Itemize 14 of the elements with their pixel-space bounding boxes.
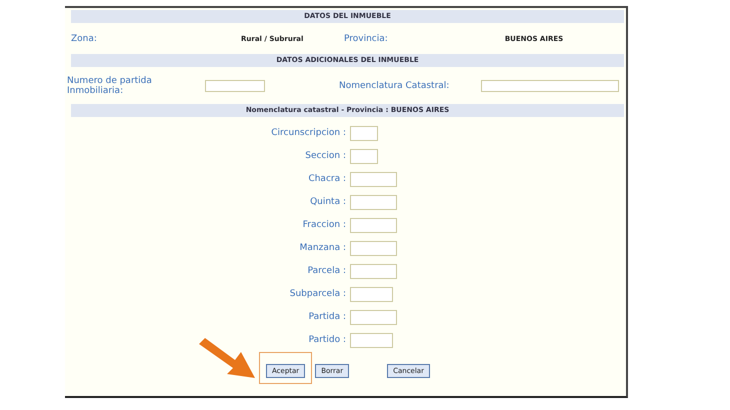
field-label: Quinta : <box>309 197 347 207</box>
nomenclatura-label: Nomenclatura Catastral: <box>339 80 450 90</box>
field-label: Manzana : <box>298 243 347 253</box>
field-label: Parcela : <box>306 266 347 276</box>
field-label: Circunscripcion : <box>270 128 347 138</box>
field-label: Partido : <box>308 335 347 345</box>
partida-label: Numero de partida Inmobiliaria: <box>67 76 153 96</box>
field-label: Seccion : <box>304 151 347 161</box>
field-label: Subparcela : <box>288 289 347 299</box>
field-label: Partida : <box>308 312 347 322</box>
zona-label: Zona: <box>71 34 98 44</box>
provincia-label: Provincia: <box>344 34 389 44</box>
field-label: Fraccion : <box>302 220 347 230</box>
field-label: Chacra : <box>307 174 347 184</box>
